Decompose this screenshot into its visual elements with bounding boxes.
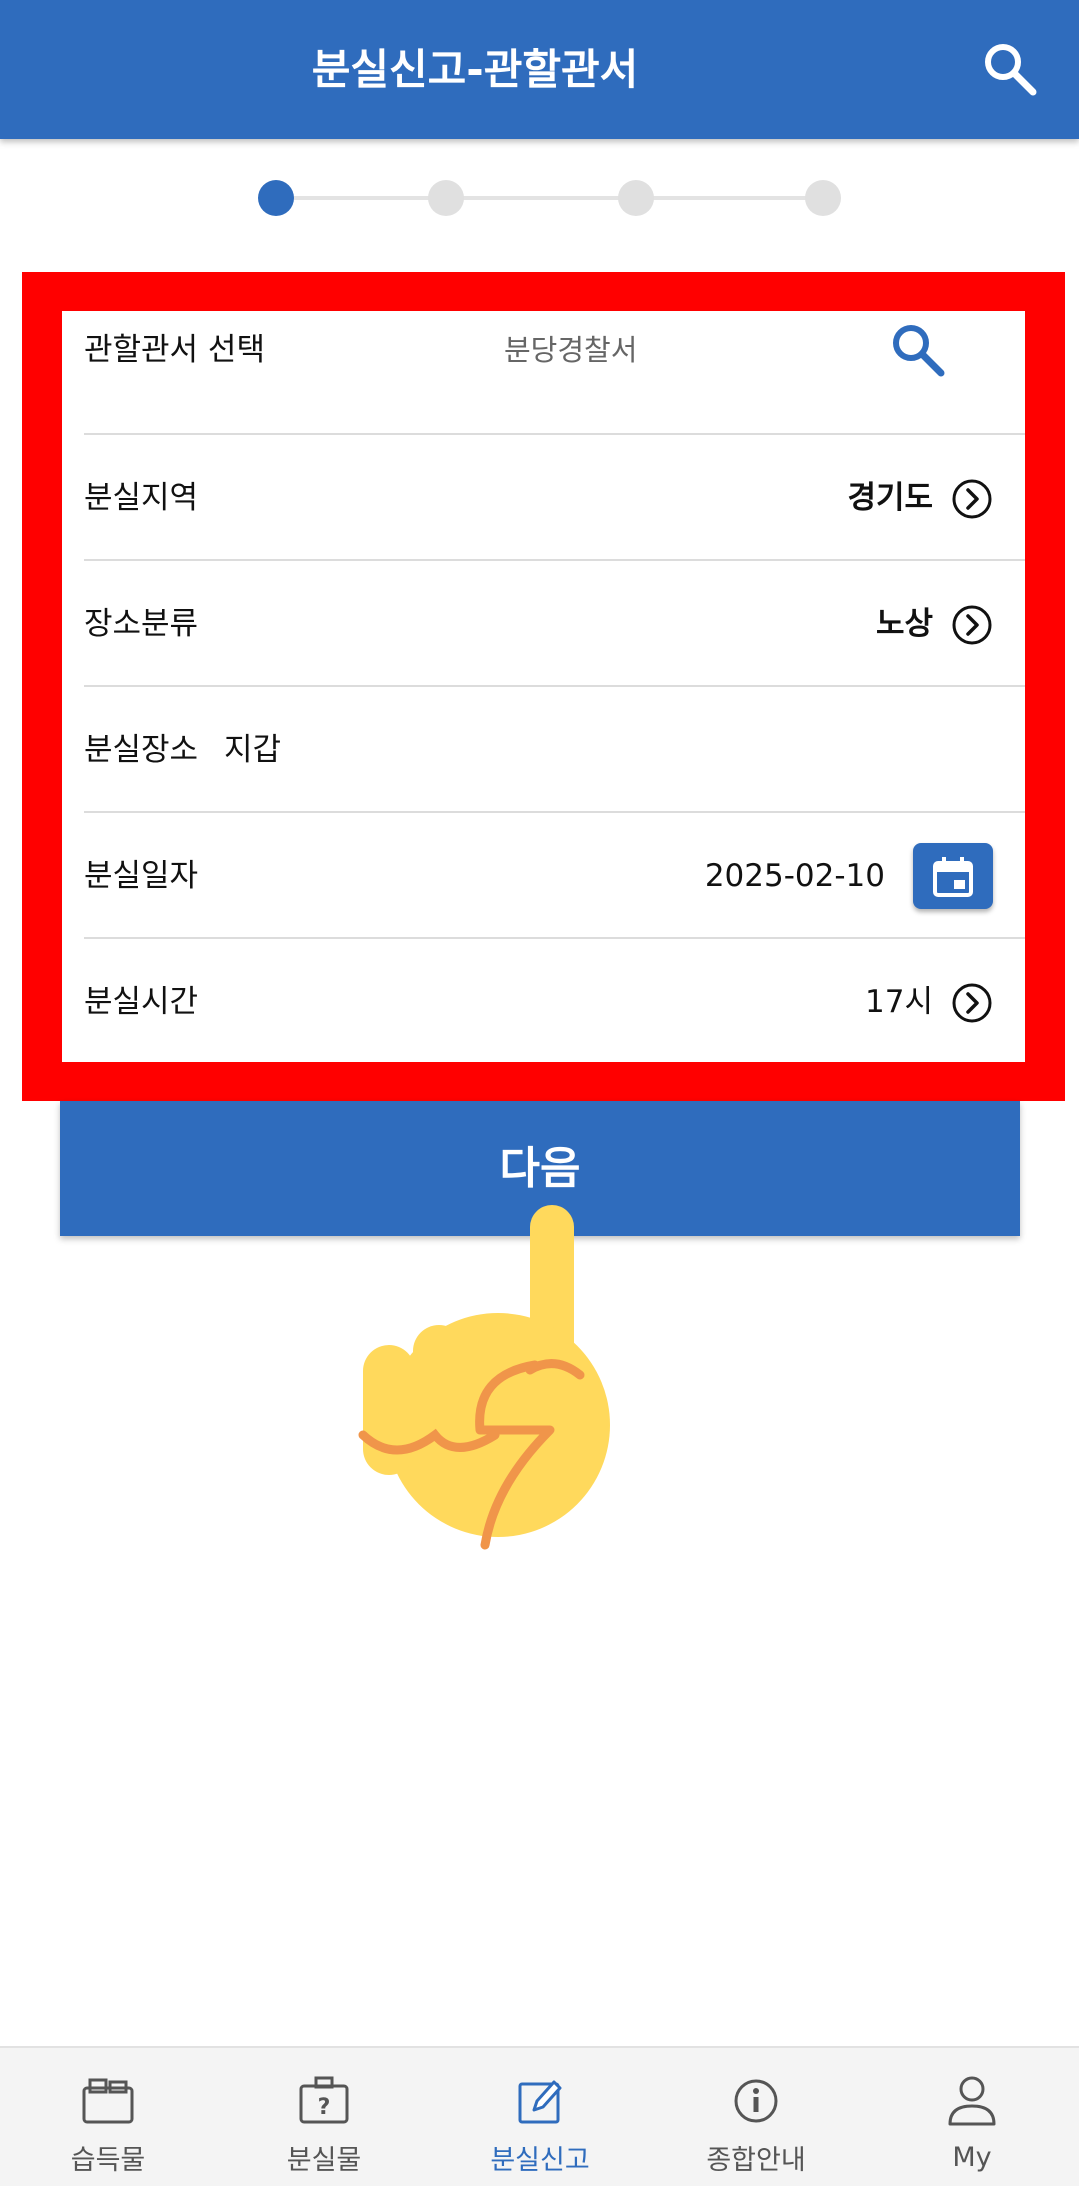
stepper-line [268, 196, 813, 200]
pointing-hand-icon [358, 1205, 610, 1550]
region-label: 분실지역 [84, 480, 199, 516]
step-4-dot [805, 180, 841, 216]
report-edit-icon [518, 2080, 562, 2124]
time-value: 17시 [865, 984, 933, 1020]
station-label: 관할관서 선택 [84, 332, 265, 368]
place-label: 분실장소 [84, 732, 199, 768]
step-1-dot [258, 180, 294, 216]
calendar-button[interactable] [913, 843, 993, 909]
nav-label: 분실물 [286, 2145, 362, 2176]
chevron-right-circle-icon[interactable] [951, 478, 993, 520]
region-value: 경기도 [847, 480, 933, 516]
search-icon[interactable] [887, 319, 949, 381]
place-row[interactable]: 분실장소 지갑 [84, 687, 1025, 813]
report-form: 관할관서 선택 분당경찰서 분실지역 경기도 장소분류 노상 분실장소 지갑 분… [62, 311, 1025, 1062]
nav-label: 분실신고 [490, 2145, 590, 2176]
nav-item-my[interactable]: My [864, 2048, 1079, 2186]
place-type-label: 장소분류 [84, 606, 199, 642]
app-screen: 분실신고-관할관서 관할관서 선택 분당경찰서 분실지역 경기도 장소분류 노상… [0, 0, 1079, 2186]
progress-stepper [258, 178, 841, 218]
date-label: 분실일자 [84, 858, 199, 894]
info-icon [734, 2079, 778, 2123]
found-items-icon [82, 2078, 134, 2124]
place-input-value[interactable]: 지갑 [224, 687, 281, 813]
page-title: 분실신고-관할관서 [311, 45, 639, 94]
time-row[interactable]: 분실시간 17시 [84, 939, 1025, 1065]
date-value: 2025-02-10 [704, 858, 885, 894]
nav-item-report[interactable]: 분실신고 [432, 2048, 648, 2186]
station-value: 분당경찰서 [504, 333, 638, 367]
place-type-row[interactable]: 장소분류 노상 [84, 561, 1025, 687]
nav-item-found[interactable]: 습득물 [0, 2048, 216, 2186]
nav-item-lost[interactable]: ? 분실물 [216, 2048, 432, 2186]
search-icon[interactable] [979, 38, 1039, 98]
user-icon [948, 2076, 996, 2126]
region-row[interactable]: 분실지역 경기도 [84, 435, 1025, 561]
chevron-right-circle-icon[interactable] [951, 604, 993, 646]
app-header: 분실신고-관할관서 [0, 0, 1079, 139]
chevron-right-circle-icon[interactable] [951, 982, 993, 1024]
nav-label: 습득물 [70, 2145, 146, 2176]
step-2-dot [428, 180, 464, 216]
date-row[interactable]: 분실일자 2025-02-10 [84, 813, 1025, 939]
calendar-icon [933, 857, 973, 897]
svg-text:?: ? [318, 2095, 331, 2120]
bottom-nav: 습득물 ? 분실물 분실신고 종합안내 My [0, 2046, 1079, 2186]
time-label: 분실시간 [84, 984, 199, 1020]
place-type-value: 노상 [875, 606, 933, 642]
nav-label: My [952, 2142, 992, 2173]
step-3-dot [618, 180, 654, 216]
lost-items-icon: ? [299, 2076, 349, 2124]
station-row[interactable]: 관할관서 선택 분당경찰서 [84, 311, 1025, 435]
nav-label: 종합안내 [706, 2145, 806, 2176]
nav-item-info[interactable]: 종합안내 [648, 2048, 864, 2186]
